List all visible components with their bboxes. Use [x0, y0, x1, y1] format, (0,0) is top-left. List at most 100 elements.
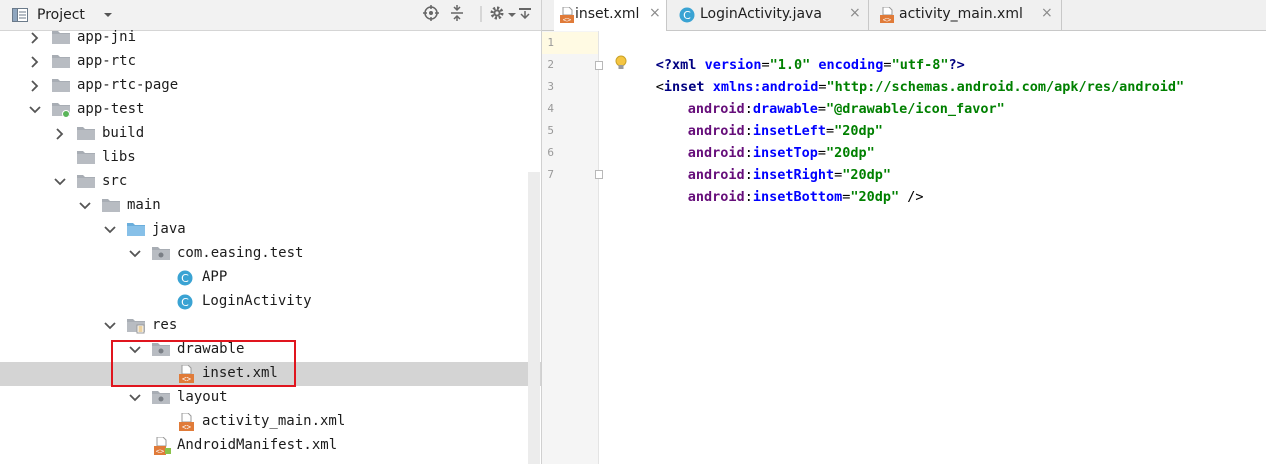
line-number: 2	[547, 58, 554, 71]
code-editor: <> inset.xml × C LoginActivity.java × <>…	[542, 0, 1266, 464]
editor-tab-bar: <> inset.xml × C LoginActivity.java × <>…	[542, 0, 1266, 31]
intention-bulb-icon[interactable]	[615, 55, 627, 75]
tree-scrollbar[interactable]	[528, 172, 540, 464]
tree-row-label: layout	[177, 389, 228, 405]
line-number: 1	[547, 36, 554, 49]
tree-row-label: APP	[202, 269, 228, 285]
package-icon	[152, 246, 170, 262]
module-folder-icon	[52, 78, 70, 94]
svg-text:C: C	[683, 9, 691, 22]
fold-marker-icon[interactable]	[595, 170, 603, 179]
tree-row-label: build	[102, 125, 145, 141]
tree-row[interactable]: C APP	[0, 266, 541, 290]
tree-row-label: app-rtc	[77, 53, 137, 69]
tree-row[interactable]: libs	[0, 146, 541, 170]
project-view-icon	[12, 8, 28, 26]
xml-file-icon: <>	[560, 6, 574, 27]
chevron-down-icon[interactable]	[128, 247, 142, 261]
tree-row-label: activity_main.xml	[202, 413, 346, 429]
module-folder-icon	[52, 54, 70, 70]
tab-label: activity_main.xml	[899, 6, 1023, 22]
tab-label: inset.xml	[575, 6, 640, 22]
locate-target-icon[interactable]	[421, 5, 441, 25]
line-number-gutter[interactable]: 1 2 3 4 5 6 7	[542, 31, 603, 464]
tree-row-label: LoginActivity	[202, 293, 312, 309]
svg-text:<>: <>	[156, 448, 164, 456]
collapse-all-icon[interactable]	[447, 5, 467, 25]
tree-row[interactable]: build	[0, 122, 541, 146]
xml-file-icon: <>	[177, 412, 195, 432]
tree-row-label: res	[152, 317, 178, 333]
highlight-annotation-box	[111, 340, 296, 387]
tree-row[interactable]: app-rtc	[0, 50, 541, 74]
code-line-7: android:insetBottom="20dp" />	[687, 189, 924, 205]
tree-row-label: main	[127, 197, 161, 213]
chevron-right-icon[interactable]	[28, 79, 42, 93]
manifest-file-icon: <>	[152, 436, 171, 456]
tab-label: LoginActivity.java	[700, 6, 822, 22]
tree-row-label: app-jni	[77, 29, 137, 45]
divider	[479, 5, 483, 25]
folder-icon	[77, 174, 95, 190]
chevron-down-icon[interactable]	[103, 9, 113, 24]
svg-text:C: C	[181, 296, 189, 309]
close-icon[interactable]: ×	[1041, 5, 1053, 21]
class-icon: C	[679, 7, 695, 27]
tree-row[interactable]: <> activity_main.xml	[0, 410, 541, 434]
chevron-down-icon[interactable]	[128, 391, 142, 405]
tree-row[interactable]: C LoginActivity	[0, 290, 541, 314]
svg-text:C: C	[181, 272, 189, 285]
source-folder-icon	[127, 222, 145, 238]
svg-text:<>: <>	[182, 423, 192, 432]
app-module-icon	[52, 102, 70, 118]
resource-folder-icon	[127, 318, 145, 334]
tree-row-label: libs	[102, 149, 136, 165]
tree-row[interactable]: res	[0, 314, 541, 338]
line-number: 6	[547, 146, 554, 159]
tree-row[interactable]: java	[0, 218, 541, 242]
tree-row[interactable]: layout	[0, 386, 541, 410]
package-icon	[152, 390, 170, 406]
gear-icon[interactable]	[487, 5, 507, 25]
chevron-down-icon[interactable]	[53, 175, 67, 189]
tree-row-label: app-rtc-page	[77, 77, 179, 93]
tree-row[interactable]: com.easing.test	[0, 242, 541, 266]
chevron-down-icon[interactable]	[103, 223, 117, 237]
chevron-right-icon[interactable]	[53, 127, 67, 141]
project-view-selector[interactable]: Project	[37, 7, 85, 23]
line-number: 4	[547, 102, 554, 115]
tree-row-label: AndroidManifest.xml	[177, 437, 338, 453]
tree-row-label: app-test	[77, 101, 145, 117]
tree-row[interactable]: app-rtc-page	[0, 74, 541, 98]
svg-text:<>: <>	[563, 16, 571, 23]
xml-file-icon: <>	[880, 6, 894, 27]
line-number: 7	[547, 168, 554, 181]
chevron-down-icon[interactable]	[103, 319, 117, 333]
close-icon[interactable]: ×	[649, 5, 661, 21]
class-icon: C	[177, 294, 195, 310]
tree-row[interactable]: app-test	[0, 98, 541, 122]
tree-row[interactable]: <> AndroidManifest.xml	[0, 434, 541, 458]
tree-row[interactable]: main	[0, 194, 541, 218]
tree-row[interactable]: src	[0, 170, 541, 194]
tree-row-label: com.easing.test	[177, 245, 304, 261]
line-number: 5	[547, 124, 554, 137]
tree-row[interactable]: app-jni	[0, 26, 541, 50]
tab-inset-xml[interactable]: <> inset.xml ×	[554, 0, 667, 31]
panel-toolbar	[415, 5, 535, 25]
chevron-right-icon[interactable]	[28, 31, 42, 45]
chevron-down-icon[interactable]	[78, 199, 92, 213]
chevron-down-icon[interactable]	[28, 103, 42, 117]
tree-row-label: src	[102, 173, 128, 189]
tree-row-label: java	[152, 221, 186, 237]
tab-loginactivity-java[interactable]: C LoginActivity.java ×	[667, 0, 869, 30]
close-icon[interactable]: ×	[849, 5, 861, 21]
chevron-right-icon[interactable]	[28, 55, 42, 69]
line-number: 3	[547, 80, 554, 93]
project-panel: Project app-jni app-rtc app-rtc-page app…	[0, 0, 542, 464]
fold-marker-icon[interactable]	[595, 61, 603, 70]
folder-icon	[77, 126, 95, 142]
class-icon: C	[177, 270, 195, 286]
hide-panel-icon[interactable]	[515, 5, 535, 25]
tab-activity-main-xml[interactable]: <> activity_main.xml ×	[869, 0, 1062, 30]
